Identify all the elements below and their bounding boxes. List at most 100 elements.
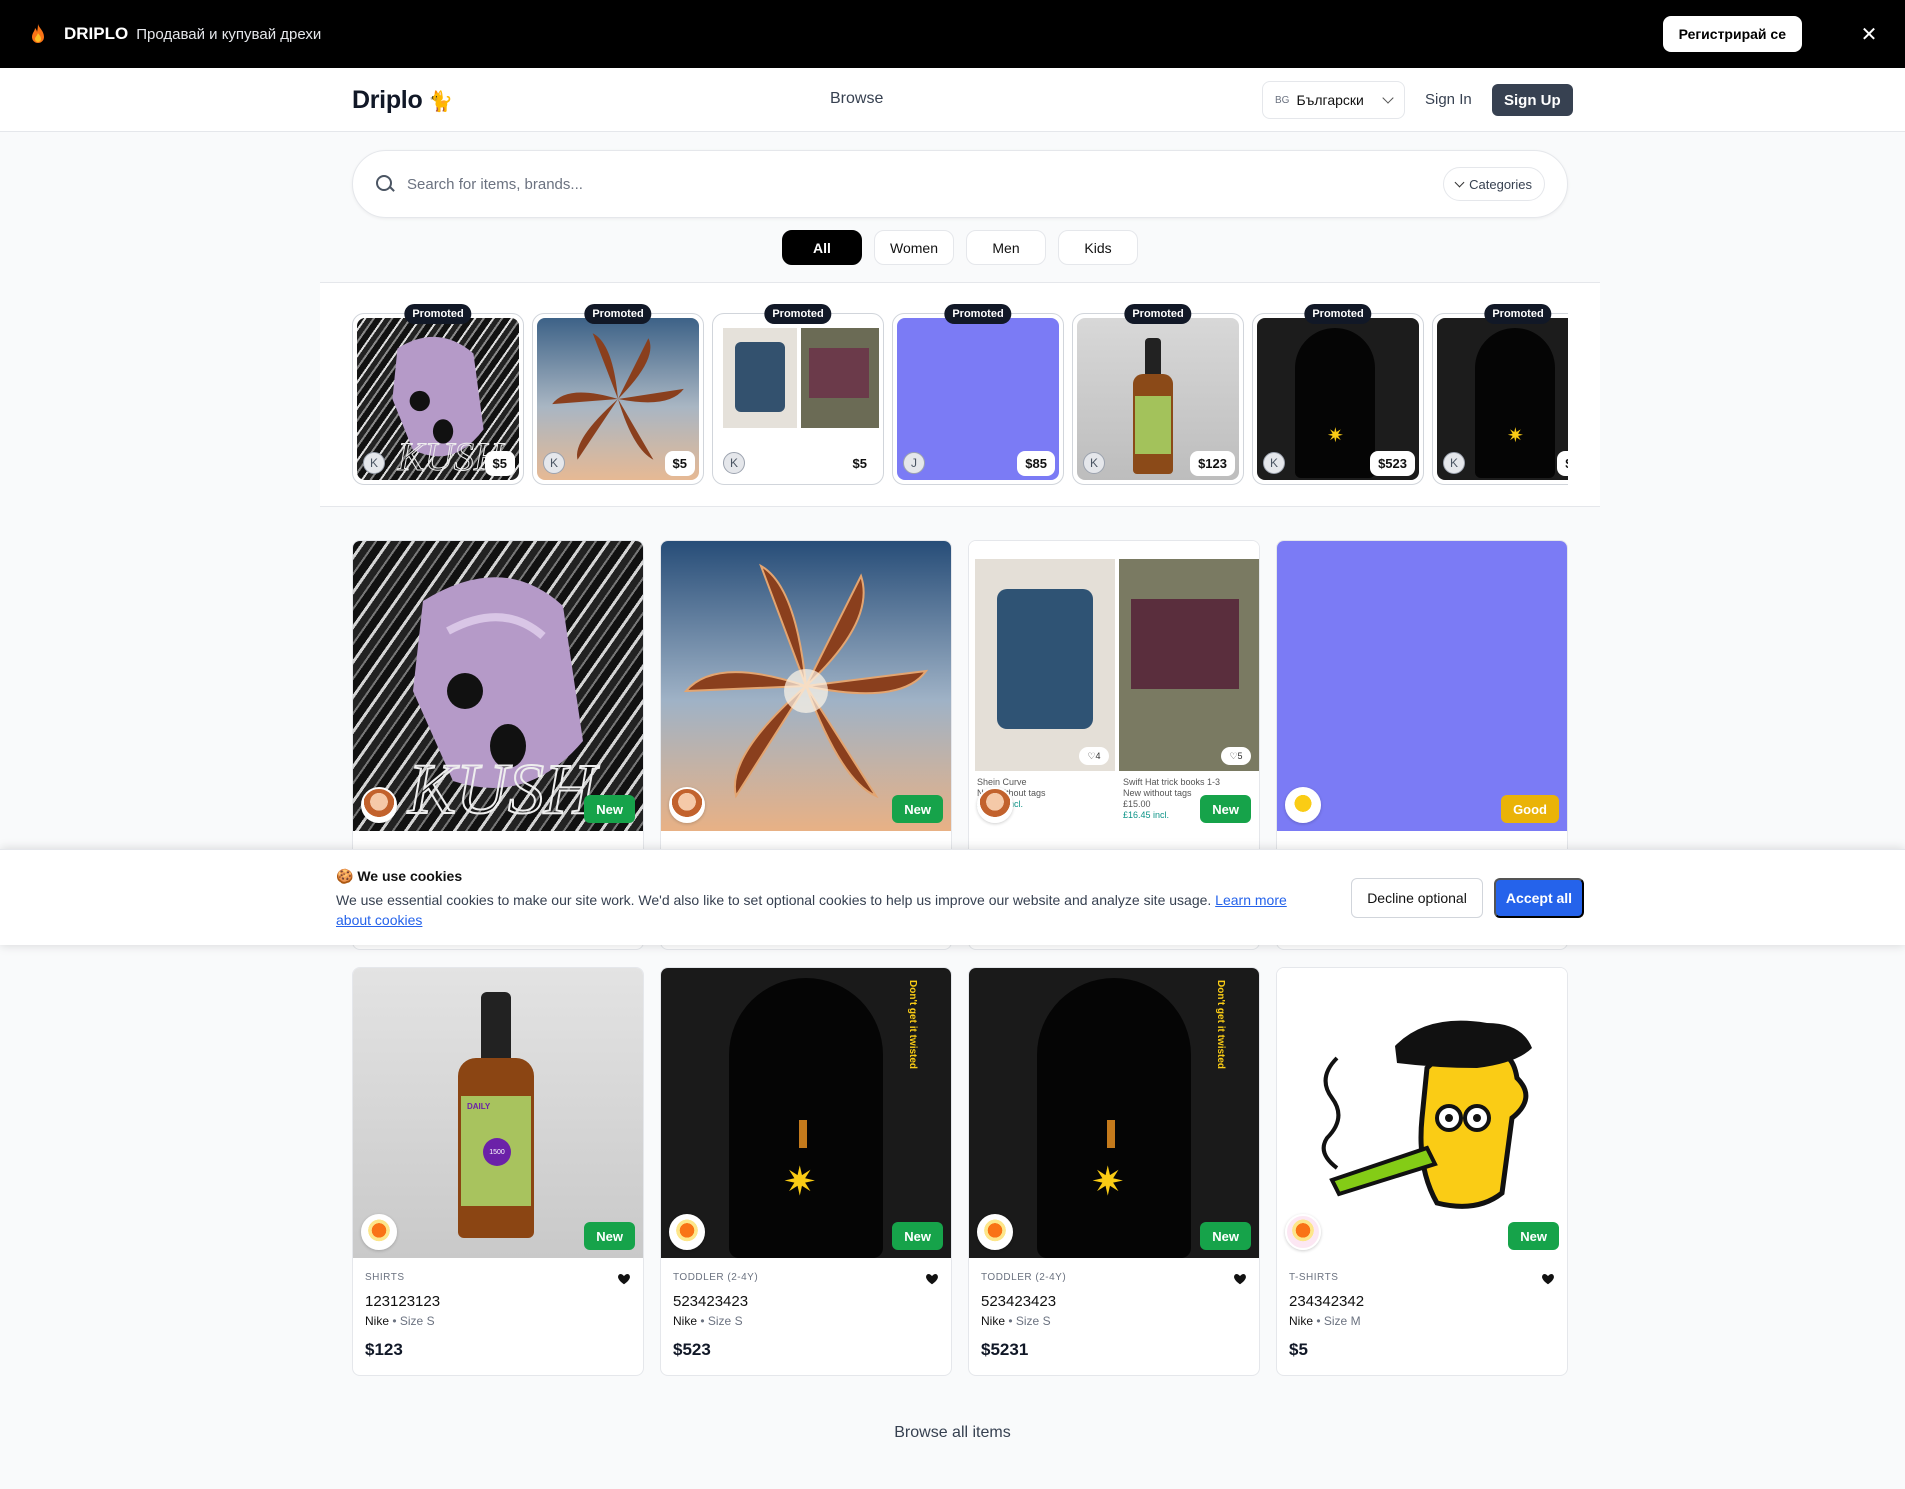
promoted-card[interactable]: Promoted J $85 — [892, 304, 1064, 485]
promoted-price: $123 — [1190, 451, 1235, 476]
signup-button[interactable]: Sign Up — [1492, 84, 1573, 116]
condition-badge: New — [892, 795, 943, 823]
filter-all[interactable]: All — [782, 230, 862, 265]
product-card[interactable]: New T-SHIRTS 234342342 Nike • Size M $5 — [1276, 967, 1568, 1376]
product-info: T-SHIRTS 234342342 Nike • Size M $5 — [1277, 1258, 1567, 1375]
seller-avatar — [669, 1214, 705, 1250]
filter-men[interactable]: Men — [966, 230, 1046, 265]
seller-avatar: K — [363, 452, 385, 474]
heart-icon[interactable] — [617, 1272, 631, 1286]
filter-pills: All Women Men Kids — [782, 230, 1138, 265]
announcement-brand: DRIPLO — [64, 24, 129, 43]
product-brand: Nike — [981, 1314, 1006, 1328]
product-category: TODDLER (2-4Y) — [981, 1272, 1067, 1283]
product-card[interactable]: ✷ Don't get it twisted New TODDLER (2-4Y… — [660, 967, 952, 1376]
promoted-card[interactable]: Promoted K $123 — [1072, 304, 1244, 485]
promoted-card[interactable]: Promoted K $5 — [712, 304, 884, 485]
product-price: $5 — [1289, 1340, 1308, 1359]
product-title: 234342342 — [1289, 1293, 1365, 1310]
condition-badge: Good — [1501, 795, 1559, 823]
heart-icon[interactable] — [1541, 1272, 1555, 1286]
product-image: ♡ 4 ♡ 5 Shein Curve New without tags £16… — [969, 541, 1259, 831]
condition-badge: New — [1508, 1222, 1559, 1250]
promoted-card[interactable]: Promoted KUSH K $5 — [352, 304, 524, 485]
heart-icon[interactable] — [1233, 1272, 1247, 1286]
search-icon — [375, 174, 395, 194]
promoted-price: $523 — [1370, 451, 1415, 476]
browse-all-link[interactable]: Browse all items — [0, 1424, 1905, 1442]
promoted-badge: Promoted — [1484, 304, 1552, 324]
search-bar: Categories — [352, 150, 1568, 218]
language-select[interactable]: BG Български — [1262, 81, 1405, 119]
seller-avatar — [669, 787, 705, 823]
product-image: ✷ Don't get it twisted New — [661, 968, 951, 1258]
product-meta: Nike • Size S — [981, 1314, 1051, 1328]
categories-button[interactable]: Categories — [1443, 167, 1545, 201]
condition-badge: New — [892, 1222, 943, 1250]
condition-badge: New — [1200, 795, 1251, 823]
logo-text: Driplo — [352, 86, 423, 114]
promoted-badge: Promoted — [584, 304, 652, 324]
browse-all-label: Browse all items — [894, 1424, 1011, 1441]
product-title: 123123123 — [365, 1293, 441, 1310]
cookie-title: 🍪 We use cookies — [336, 868, 463, 884]
seller-avatar: K — [1443, 452, 1465, 474]
site-logo[interactable]: Driplo 🐈 — [352, 86, 453, 115]
browse-link[interactable]: Browse — [830, 90, 883, 108]
accept-all-button[interactable]: Accept all — [1494, 878, 1584, 918]
bottle-label: DAILY — [467, 1102, 491, 1111]
promoted-card[interactable]: Promoted ✷ K $523 — [1252, 304, 1424, 485]
likes-count: 4 — [1095, 751, 1101, 761]
promoted-card[interactable]: Promoted K $5 — [532, 304, 704, 485]
promoted-badge: Promoted — [944, 304, 1012, 324]
flame-icon — [32, 24, 44, 43]
register-button[interactable]: Регистрирай се — [1662, 16, 1802, 52]
seller-avatar: K — [1083, 452, 1105, 474]
decline-optional-button[interactable]: Decline optional — [1351, 878, 1483, 918]
seller-avatar — [361, 1214, 397, 1250]
promoted-badge: Promoted — [1304, 304, 1372, 324]
product-card[interactable]: ✷ Don't get it twisted New TODDLER (2-4Y… — [968, 967, 1260, 1376]
seller-avatar — [977, 787, 1013, 823]
product-image: New — [1277, 968, 1567, 1258]
product-info: TODDLER (2-4Y) 523423423 Nike • Size S $… — [661, 1258, 951, 1375]
product-price: $523 — [673, 1340, 711, 1359]
announcement-bar: DRIPLO Продавай и купувай дрехи Регистри… — [0, 0, 1905, 68]
product-brand: Nike — [365, 1314, 390, 1328]
language-code: BG — [1275, 94, 1290, 106]
product-size: Size S — [1015, 1314, 1051, 1328]
product-info: TODDLER (2-4Y) 523423423 Nike • Size S $… — [969, 1258, 1259, 1375]
product-info: SHIRTS 123123123 Nike • Size S $123 — [353, 1258, 643, 1375]
image-caption: Swift Hat trick books 1-3 — [1123, 777, 1221, 787]
product-meta: Nike • Size S — [365, 1314, 435, 1328]
condition-badge: New — [584, 795, 635, 823]
signin-link[interactable]: Sign In — [1425, 91, 1472, 108]
product-image: New — [661, 541, 951, 831]
search-input[interactable] — [407, 175, 1444, 193]
promoted-price: $5 — [844, 451, 875, 476]
announcement-tagline: Продавай и купувай дрехи — [136, 25, 322, 43]
condition-badge: New — [1200, 1222, 1251, 1250]
filter-kids[interactable]: Kids — [1058, 230, 1138, 265]
svg-text:KUSH: KUSH — [407, 749, 600, 829]
product-title: 523423423 — [981, 1293, 1057, 1310]
product-meta: Nike • Size M — [1289, 1314, 1361, 1328]
product-brand: Nike — [673, 1314, 698, 1328]
product-card[interactable]: DAILY 1500 New SHIRTS 123123123 Nike • S… — [352, 967, 644, 1376]
promoted-badge: Promoted — [1124, 304, 1192, 324]
product-image: Good — [1277, 541, 1567, 831]
heart-icon[interactable] — [925, 1272, 939, 1286]
promoted-price: $85 — [1017, 451, 1055, 476]
image-side-text: Don't get it twisted — [907, 980, 918, 1070]
seller-avatar: J — [903, 452, 925, 474]
product-size: Size S — [707, 1314, 743, 1328]
seller-avatar: K — [543, 452, 565, 474]
filter-women[interactable]: Women — [874, 230, 954, 265]
product-image: KUSH New — [353, 541, 643, 831]
close-icon[interactable]: ✕ — [1857, 22, 1881, 46]
condition-badge: New — [584, 1222, 635, 1250]
cookie-body: We use essential cookies to make our sit… — [336, 892, 1216, 908]
product-brand: Nike — [1289, 1314, 1314, 1328]
main-nav: Driplo 🐈 Browse BG Български Sign In Sign … — [0, 68, 1905, 132]
promoted-card[interactable]: Promoted ✷ K $52 — [1432, 304, 1568, 485]
